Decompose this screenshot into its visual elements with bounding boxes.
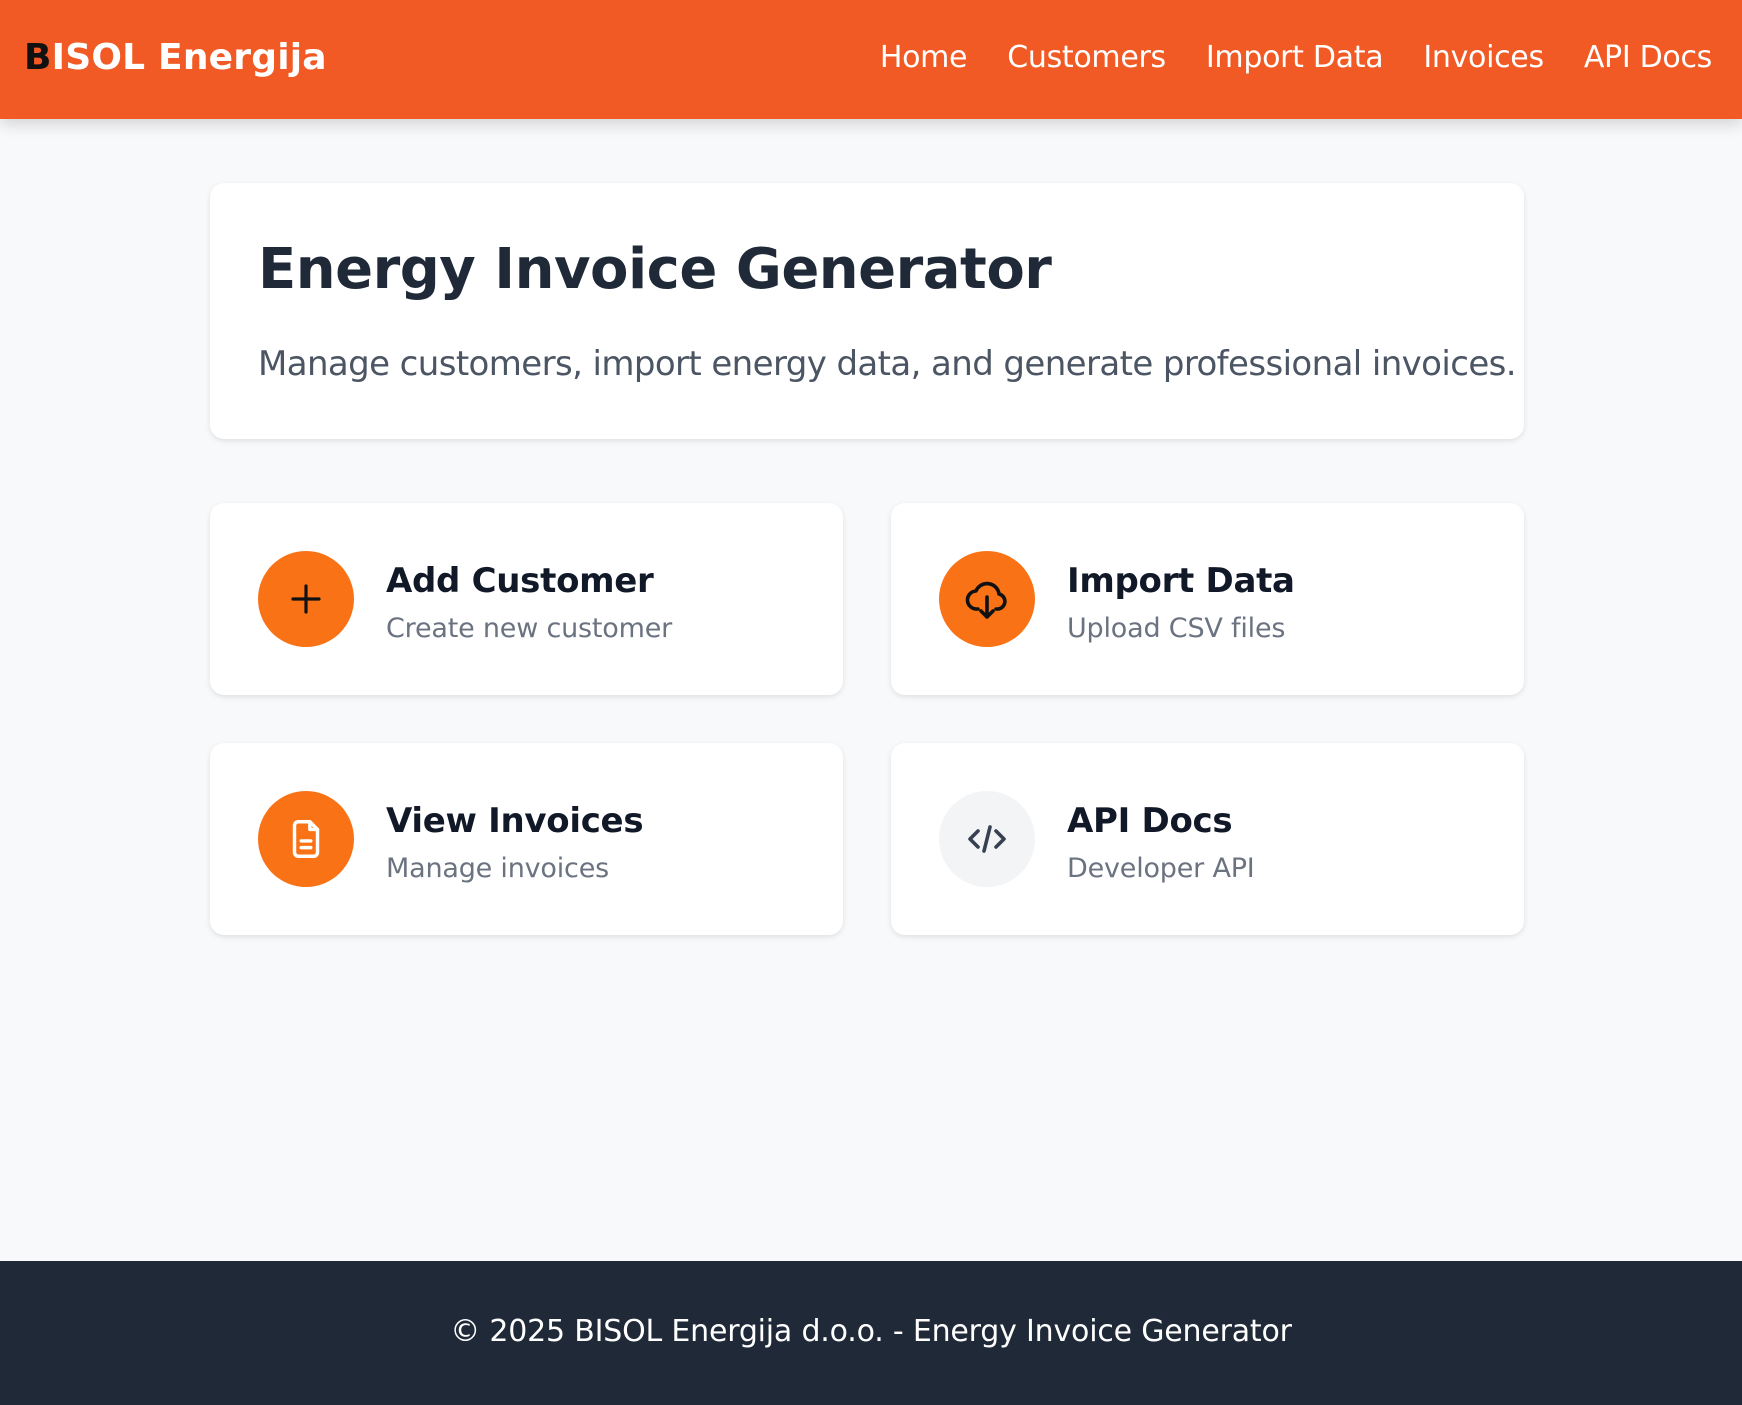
card-subtitle: Developer API (1067, 853, 1255, 884)
nav-link-customers[interactable]: Customers (1007, 38, 1166, 78)
card-subtitle: Upload CSV files (1067, 613, 1286, 644)
card-title: View Invoices (386, 801, 644, 841)
nav-link-import-data[interactable]: Import Data (1206, 38, 1384, 78)
main-nav: Home Customers Import Data Invoices API … (880, 38, 1712, 78)
card-title: Add Customer (386, 561, 654, 601)
view-invoices-card[interactable]: View Invoices Manage invoices (210, 743, 843, 935)
page-title: Energy Invoice Generator (258, 237, 1052, 302)
card-title: API Docs (1067, 801, 1233, 841)
plus-icon (258, 551, 354, 647)
page-footer: © 2025 BISOL Energija d.o.o. - Energy In… (0, 1261, 1742, 1405)
brand-name: ISOL Energija (51, 37, 327, 78)
import-data-card[interactable]: Import Data Upload CSV files (891, 503, 1524, 695)
footer-copyright: © 2025 BISOL Energija d.o.o. - Energy In… (450, 1314, 1292, 1349)
card-title: Import Data (1067, 561, 1295, 601)
nav-link-api-docs[interactable]: API Docs (1584, 38, 1712, 78)
hero-card: Energy Invoice Generator Manage customer… (210, 183, 1524, 439)
cloud-download-icon (939, 551, 1035, 647)
code-icon (939, 791, 1035, 887)
nav-link-home[interactable]: Home (880, 38, 968, 78)
page-subtitle: Manage customers, import energy data, an… (258, 344, 1517, 384)
card-subtitle: Manage invoices (386, 853, 609, 884)
brand-logo[interactable]: BISOL Energija (24, 36, 327, 80)
api-docs-card[interactable]: API Docs Developer API (891, 743, 1524, 935)
top-navbar: BISOL Energija Home Customers Import Dat… (0, 0, 1742, 119)
document-icon (258, 791, 354, 887)
nav-link-invoices[interactable]: Invoices (1423, 38, 1544, 78)
card-subtitle: Create new customer (386, 613, 673, 644)
add-customer-card[interactable]: Add Customer Create new customer (210, 503, 843, 695)
brand-initial: B (24, 37, 52, 78)
